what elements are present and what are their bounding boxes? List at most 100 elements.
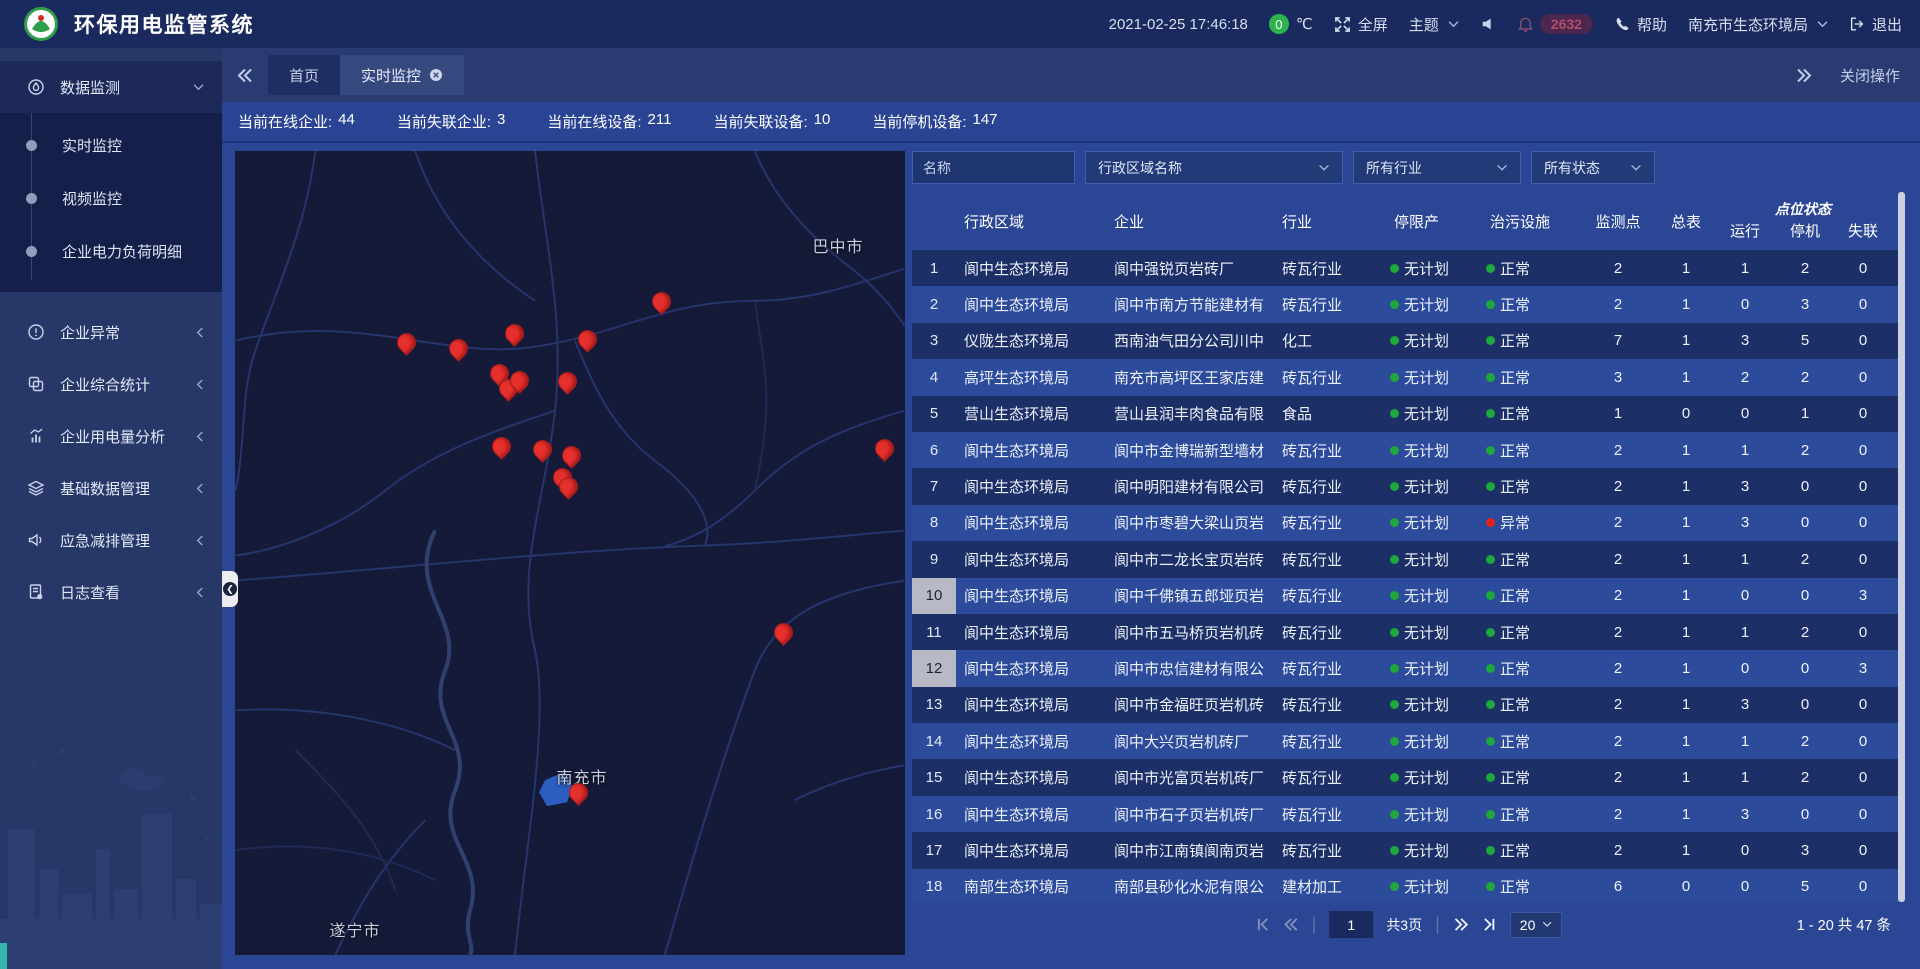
page-size-select[interactable]: 20 xyxy=(1510,912,1563,938)
map-city-label: 遂宁市 xyxy=(329,917,380,941)
row-index: 3 xyxy=(912,323,956,359)
table-row[interactable]: 4 高坪生态环境局 南充市高坪区王家店建 砖瓦行业 无计划 正常 3 1 2 2… xyxy=(912,359,1905,395)
status-dot-icon xyxy=(1486,482,1495,491)
table-row[interactable]: 8 阆中生态环境局 阆中市枣碧大梁山页岩 砖瓦行业 无计划 异常 2 1 3 0… xyxy=(912,505,1905,541)
sidebar-item-power-analysis[interactable]: 企业用电量分析 xyxy=(0,410,222,462)
row-facility-status: 正常 xyxy=(1482,723,1578,759)
row-facility-status: 正常 xyxy=(1482,286,1578,322)
bar-chart-icon xyxy=(27,427,45,445)
row-limit-status: 无计划 xyxy=(1386,723,1482,759)
logout-button[interactable]: 退出 xyxy=(1849,14,1902,35)
table-row[interactable]: 12 阆中生态环境局 阆中市忠信建材有限公 砖瓦行业 无计划 正常 2 1 0 … xyxy=(912,650,1905,686)
tab-realtime-monitor[interactable]: 实时监控 xyxy=(340,55,464,95)
table-row[interactable]: 3 仪陇生态环境局 西南油气田分公司川中 化工 无计划 正常 7 1 3 5 0 xyxy=(912,323,1905,359)
table-row[interactable]: 9 阆中生态环境局 阆中市二龙长宝页岩砖 砖瓦行业 无计划 正常 2 1 1 2… xyxy=(912,541,1905,577)
sidebar-collapse-button[interactable]: ❮ xyxy=(222,571,238,607)
sidebar-item-enterprise-abnormal[interactable]: 企业异常 xyxy=(0,306,222,358)
region-select[interactable]: 行政区域名称 xyxy=(1085,151,1343,184)
table-rows: 1 阆中生态环境局 阆中强锐页岩砖厂 砖瓦行业 无计划 正常 2 1 1 2 0… xyxy=(912,250,1905,902)
chevron-down-icon xyxy=(1817,20,1828,28)
close-tab-icon[interactable] xyxy=(429,68,443,82)
table-row[interactable]: 10 阆中生态环境局 阆中千佛镇五郎垭页岩 砖瓦行业 无计划 正常 2 1 0 … xyxy=(912,578,1905,614)
row-lost: 0 xyxy=(1834,832,1892,868)
row-index: 7 xyxy=(912,468,956,504)
table-scrollbar[interactable] xyxy=(1898,192,1905,902)
col-points: 监测点 xyxy=(1578,192,1658,250)
sidebar-item-log-view[interactable]: 日志查看 xyxy=(0,566,222,618)
bullet-icon xyxy=(26,193,37,204)
row-industry: 砖瓦行业 xyxy=(1274,650,1386,686)
row-meter: 1 xyxy=(1658,723,1714,759)
status-dot-icon xyxy=(1486,846,1495,855)
next-page-button[interactable] xyxy=(1453,917,1469,932)
table-row[interactable]: 17 阆中生态环境局 阆中市江南镇阆南页岩 砖瓦行业 无计划 正常 2 1 0 … xyxy=(912,832,1905,868)
row-industry: 砖瓦行业 xyxy=(1274,286,1386,322)
table-row[interactable]: 1 阆中生态环境局 阆中强锐页岩砖厂 砖瓦行业 无计划 正常 2 1 1 2 0 xyxy=(912,250,1905,286)
theme-dropdown[interactable]: 主题 xyxy=(1409,14,1459,35)
name-search-input[interactable] xyxy=(912,151,1075,184)
page-number-input[interactable] xyxy=(1329,911,1373,938)
close-operations-button[interactable]: 关闭操作 xyxy=(1840,65,1900,86)
double-chevron-right-icon[interactable] xyxy=(1796,68,1812,83)
row-meter: 1 xyxy=(1658,759,1714,795)
sidebar-item-emergency-reduction[interactable]: 应急减排管理 xyxy=(0,514,222,566)
table-row[interactable]: 5 营山生态环境局 营山县润丰肉食品有限 食品 无计划 正常 1 0 0 1 0 xyxy=(912,396,1905,432)
prev-page-button[interactable] xyxy=(1283,917,1299,932)
row-index: 14 xyxy=(912,723,956,759)
org-dropdown[interactable]: 南充市生态环境局 xyxy=(1688,14,1828,35)
pagination-bar: | 共3页 | 20 xyxy=(912,902,1905,947)
row-lost: 3 xyxy=(1834,650,1892,686)
row-run: 3 xyxy=(1714,687,1776,723)
chevron-left-icon xyxy=(196,431,204,442)
row-index: 13 xyxy=(912,687,956,723)
row-limit-status: 无计划 xyxy=(1386,687,1482,723)
notification-area[interactable]: 2632 xyxy=(1517,14,1593,34)
row-lost: 0 xyxy=(1834,759,1892,795)
sidebar-item-data-monitor[interactable]: 数据监测 xyxy=(0,61,222,113)
mute-button[interactable] xyxy=(1480,16,1496,32)
table-row[interactable]: 11 阆中生态环境局 阆中市五马桥页岩机砖 砖瓦行业 无计划 正常 2 1 1 … xyxy=(912,614,1905,650)
fullscreen-button[interactable]: 全屏 xyxy=(1334,14,1388,35)
table-row[interactable]: 2 阆中生态环境局 阆中市南方节能建材有 砖瓦行业 无计划 正常 2 1 0 3… xyxy=(912,286,1905,322)
first-page-button[interactable] xyxy=(1255,917,1270,932)
chevron-down-icon xyxy=(1448,20,1459,28)
help-button[interactable]: 帮助 xyxy=(1614,14,1667,35)
col-company: 企业 xyxy=(1106,192,1274,250)
table-row[interactable]: 14 阆中生态环境局 阆中大兴页岩机砖厂 砖瓦行业 无计划 正常 2 1 1 2… xyxy=(912,723,1905,759)
row-run: 0 xyxy=(1714,650,1776,686)
row-industry: 砖瓦行业 xyxy=(1274,723,1386,759)
tab-home[interactable]: 首页 xyxy=(268,55,340,95)
table-row[interactable]: 13 阆中生态环境局 阆中市金福旺页岩机砖 砖瓦行业 无计划 正常 2 1 3 … xyxy=(912,687,1905,723)
table-row[interactable]: 7 阆中生态环境局 阆中明阳建材有限公司 砖瓦行业 无计划 正常 2 1 3 0… xyxy=(912,468,1905,504)
chevron-left-icon xyxy=(196,327,204,338)
last-page-button[interactable] xyxy=(1482,917,1497,932)
row-halt: 2 xyxy=(1776,759,1834,795)
row-industry: 砖瓦行业 xyxy=(1274,505,1386,541)
status-select[interactable]: 所有状态 xyxy=(1531,151,1655,184)
row-index: 6 xyxy=(912,432,956,468)
table-row[interactable]: 15 阆中生态环境局 阆中市光富页岩机砖厂 砖瓦行业 无计划 正常 2 1 1 … xyxy=(912,759,1905,795)
table-row[interactable]: 6 阆中生态环境局 阆中市金博瑞新型墙材 砖瓦行业 无计划 正常 2 1 1 2… xyxy=(912,432,1905,468)
sidebar-item-enterprise-statistics[interactable]: 企业综合统计 xyxy=(0,358,222,410)
status-dot-icon xyxy=(1390,737,1399,746)
table-row[interactable]: 16 阆中生态环境局 阆中市石子页岩机砖厂 砖瓦行业 无计划 正常 2 1 3 … xyxy=(912,796,1905,832)
industry-select[interactable]: 所有行业 xyxy=(1353,151,1521,184)
row-company: 阆中市二龙长宝页岩砖 xyxy=(1106,541,1274,577)
row-facility-status: 正常 xyxy=(1482,796,1578,832)
row-lost: 0 xyxy=(1834,286,1892,322)
row-limit-status: 无计划 xyxy=(1386,359,1482,395)
row-halt: 5 xyxy=(1776,869,1834,902)
map-panel[interactable]: 巴中市南充市遂宁市 xyxy=(235,151,905,955)
alert-circle-icon xyxy=(27,323,45,341)
sidebar-item-power-load-detail[interactable]: 企业电力负荷明细 xyxy=(0,225,222,278)
row-points: 6 xyxy=(1578,869,1658,902)
sidebar-item-realtime-monitor[interactable]: 实时监控 xyxy=(0,119,222,172)
status-dot-icon xyxy=(1390,591,1399,600)
row-run: 0 xyxy=(1714,286,1776,322)
status-dot-icon xyxy=(1486,700,1495,709)
total-pages-label: 共3页 xyxy=(1386,915,1422,935)
table-row[interactable]: 18 南部生态环境局 南部县砂化水泥有限公 建材加工 无计划 正常 6 0 0 … xyxy=(912,869,1905,902)
sidebar-item-video-monitor[interactable]: 视频监控 xyxy=(0,172,222,225)
tabs-scroll-left-button[interactable] xyxy=(222,68,268,83)
sidebar-item-basic-data[interactable]: 基础数据管理 xyxy=(0,462,222,514)
